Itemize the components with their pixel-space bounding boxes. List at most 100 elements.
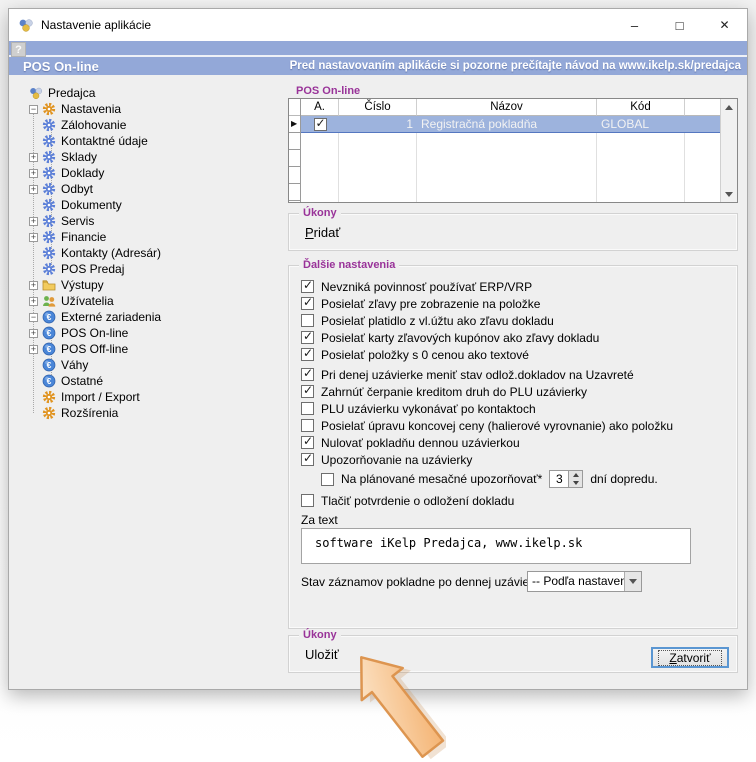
expand-icon[interactable]: +: [29, 281, 38, 290]
tree-item-ostatn-[interactable]: €Ostatné: [29, 373, 281, 389]
collapse-icon[interactable]: −: [29, 105, 38, 114]
tree-item-kontaktn-daje[interactable]: Kontaktné údaje: [29, 133, 281, 149]
checkbox-row: Posielať úpravu koncovej ceny (halierové…: [301, 417, 729, 434]
tree-item-servis[interactable]: + Servis: [29, 213, 281, 229]
close-button[interactable]: Zatvoriť: [651, 647, 729, 668]
header-strip: ?: [9, 41, 747, 57]
grid-header-nazov[interactable]: Názov: [417, 99, 597, 116]
tree-item-label: Ostatné: [61, 374, 103, 388]
scroll-down-icon[interactable]: [721, 186, 737, 202]
tree-item-financie[interactable]: + Financie: [29, 229, 281, 245]
tree-item-label: Import / Export: [61, 390, 140, 404]
euro-icon: €: [42, 310, 56, 324]
expand-icon[interactable]: +: [29, 185, 38, 194]
help-button[interactable]: ?: [11, 42, 26, 57]
reminder-row: Na plánované mesačné upozorňovať* 3 dní …: [321, 469, 658, 489]
grid-scrollbar[interactable]: [720, 99, 737, 202]
tree-item-import-export[interactable]: Import / Export: [29, 389, 281, 405]
checkbox-posiela-polo-ky-s-0-cenou-ako-textov-[interactable]: ✓: [301, 348, 314, 361]
expand-icon[interactable]: +: [29, 169, 38, 178]
expand-icon[interactable]: +: [29, 217, 38, 226]
reminder-days-stepper[interactable]: 3: [549, 470, 583, 488]
checkbox-posiela-karty-z-avov-ch-kup-nov-ako-z-av[interactable]: ✓: [301, 331, 314, 344]
titlebar[interactable]: Nastavenie aplikácie – □ ✕: [9, 9, 747, 41]
tree-item-nastavenia[interactable]: −Nastavenia: [29, 101, 281, 117]
reminder-checkbox[interactable]: [321, 473, 334, 486]
add-button[interactable]: Pridať: [305, 225, 340, 240]
tree-item-z-lohovanie[interactable]: Zálohovanie: [29, 117, 281, 133]
euro-icon: €: [42, 358, 56, 372]
checkbox-posiela-platidlo-z-vl-tu-ako-z-avu-dokla[interactable]: [301, 314, 314, 327]
checkbox-posiela-z-avy-pre-zobrazenie-na-polo-ke[interactable]: ✓: [301, 297, 314, 310]
minimize-button[interactable]: –: [612, 9, 657, 41]
tree-item-predajca[interactable]: Predajca: [29, 85, 281, 101]
section-title: POS On-line: [23, 59, 99, 74]
scroll-up-icon[interactable]: [721, 99, 737, 115]
tree-item-pos-off-line[interactable]: +€POS Off-line: [29, 341, 281, 357]
row-active-checkbox[interactable]: ✓: [314, 118, 327, 131]
checkbox-zahrn-erpanie-kreditom-druh-do-plu-uz-vi[interactable]: ✓: [301, 385, 314, 398]
settings-group: Ďalšie nastavenia ✓Nevzniká povinnosť po…: [288, 265, 738, 629]
checkbox-label: PLU uzávierku vykonávať po kontaktoch: [321, 402, 536, 416]
settings-tree: Predajca−NastaveniaZálohovanieKontaktné …: [29, 85, 281, 421]
tree-item-v-hy[interactable]: €Váhy: [29, 357, 281, 373]
checkbox-nulova-poklad-u-dennou-uz-vierkou[interactable]: ✓: [301, 436, 314, 449]
grid-row-selected[interactable]: ✓ 1 Registračná pokladňa GLOBAL: [301, 116, 720, 133]
tree-item-sklady[interactable]: +Sklady: [29, 149, 281, 165]
checkbox-label: Posielať položky s 0 cenou ako textové: [321, 348, 529, 362]
users-icon: [42, 294, 56, 308]
gear-blue-icon: [42, 262, 56, 276]
tree-item-label: Doklady: [61, 166, 104, 180]
tree-item-label: Kontaktné údaje: [61, 134, 148, 148]
print-confirm-checkbox[interactable]: [301, 494, 314, 507]
expand-icon[interactable]: +: [29, 233, 38, 242]
stepper-up-icon[interactable]: [569, 471, 582, 479]
expand-icon[interactable]: +: [29, 153, 38, 162]
checkbox-row: Posielať platidlo z vl.úžtu ako zľavu do…: [301, 312, 729, 329]
checkbox-label: Upozorňovanie na uzávierky: [321, 453, 472, 467]
actions-top-label: Úkony: [299, 207, 341, 219]
record-state-combobox[interactable]: -- Podľa nastavenia: [527, 571, 642, 592]
tree-item-label: Kontakty (Adresár): [61, 246, 161, 260]
grid-header-a[interactable]: A.: [301, 99, 339, 116]
euro-icon: €: [42, 326, 56, 340]
collapse-icon[interactable]: −: [29, 313, 38, 322]
tree-item-label: POS On-line: [61, 326, 128, 340]
tree-item-roz-renia[interactable]: Rozšírenia: [29, 405, 281, 421]
stepper-down-icon[interactable]: [569, 479, 582, 487]
tree-item-u-vatelia[interactable]: +Užívatelia: [29, 293, 281, 309]
checkbox-plu-uz-vierku-vykon-va-po-kontaktoch[interactable]: [301, 402, 314, 415]
checkbox-upozor-ovanie-na-uz-vierky[interactable]: ✓: [301, 453, 314, 466]
tree-item-label: Financie: [61, 230, 106, 244]
za-text-input[interactable]: software iKelp Predajca, www.ikelp.sk: [301, 528, 691, 564]
close-window-button[interactable]: ✕: [702, 9, 747, 41]
grid-header-extra[interactable]: [685, 99, 722, 116]
expand-icon[interactable]: +: [29, 297, 38, 306]
print-confirm-row: Tlačiť potvrdenie o odložení dokladu: [301, 492, 514, 509]
tree-item-kontakty-adres-r-[interactable]: Kontakty (Adresár): [29, 245, 281, 261]
checkbox-label: Pri denej uzávierke meniť stav odlož.dok…: [321, 368, 634, 382]
folder-icon: [42, 278, 56, 292]
checkbox-pri-denej-uz-vierke-meni-stav-odlo-dokla[interactable]: ✓: [301, 368, 314, 381]
checkbox-posiela-pravu-koncovej-ceny-halierov-vyr[interactable]: [301, 419, 314, 432]
reminder-suffix: dní dopredu.: [590, 472, 657, 486]
tree-item-label: Dokumenty: [61, 198, 122, 212]
tree-item-v-stupy[interactable]: +Výstupy: [29, 277, 281, 293]
checkbox-nevznik-povinnos-pou-va-erp-vrp[interactable]: ✓: [301, 280, 314, 293]
tree-item-dokumenty[interactable]: Dokumenty: [29, 197, 281, 213]
combo-dropdown-icon[interactable]: [624, 572, 641, 591]
expand-icon[interactable]: +: [29, 329, 38, 338]
combo-label: Stav záznamov pokladne po dennej uzávier…: [301, 575, 546, 589]
tree-item-doklady[interactable]: + Doklady: [29, 165, 281, 181]
tree-item-pos-on-line[interactable]: + € POS On-line: [29, 325, 281, 341]
tree-item-odbyt[interactable]: +Odbyt: [29, 181, 281, 197]
tree-item-extern-zariadenia[interactable]: −€Externé zariadenia: [29, 309, 281, 325]
grid-header-cislo[interactable]: Číslo: [339, 99, 417, 116]
expand-icon[interactable]: +: [29, 345, 38, 354]
maximize-button[interactable]: □: [657, 9, 702, 41]
checkbox-row: ✓ Upozorňovanie na uzávierky: [301, 451, 729, 468]
grid-header-kod[interactable]: Kód: [597, 99, 685, 116]
tree-item-pos-predaj[interactable]: POS Predaj: [29, 261, 281, 277]
tree-item-label: Servis: [61, 214, 94, 228]
save-button[interactable]: Uložiť: [305, 647, 339, 662]
